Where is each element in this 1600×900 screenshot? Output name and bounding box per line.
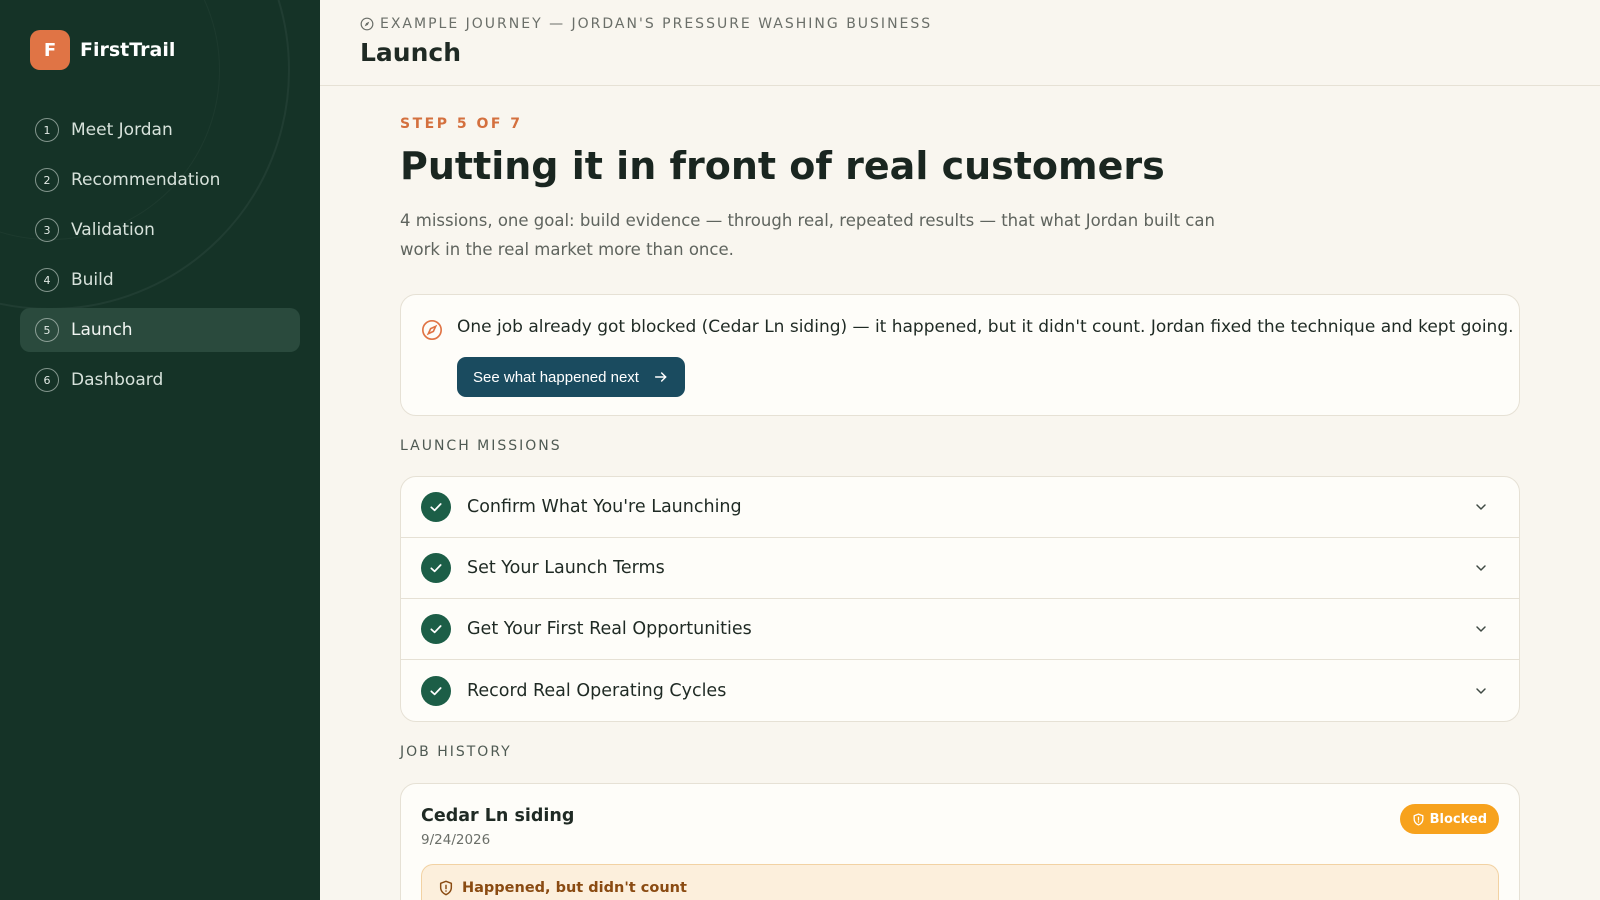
check-icon (421, 675, 451, 706)
sidebar-item-dashboard[interactable]: 6 Dashboard (20, 358, 300, 402)
mission-item[interactable]: Get Your First Real Opportunities (401, 599, 1519, 660)
brand-name: FirstTrail (80, 39, 176, 61)
breadcrumb-text: EXAMPLE JOURNEY — JORDAN'S PRESSURE WASH… (380, 16, 933, 32)
step-indicator: STEP 5 OF 7 (400, 116, 523, 132)
chevron-down-icon[interactable] (1473, 499, 1489, 515)
sidebar-item-recommendation[interactable]: 2 Recommendation (20, 158, 300, 202)
job-note-text-row: Happened, but didn't count (438, 880, 687, 896)
sidebar-item-label: Recommendation (71, 170, 221, 190)
job-date: 9/24/2026 (421, 832, 491, 848)
mission-item[interactable]: Record Real Operating Cycles (401, 660, 1519, 721)
step-number: 4 (35, 268, 59, 292)
arrow-right-icon (654, 372, 667, 382)
job-note-text: Happened, but didn't count (462, 880, 687, 896)
see-what-happened-button[interactable]: See what happened next (457, 357, 685, 397)
notice-text: One job already got blocked (Cedar Ln si… (457, 317, 1514, 337)
sidebar-item-meet-jordan[interactable]: 1 Meet Jordan (20, 108, 300, 152)
mission-label: Get Your First Real Opportunities (467, 619, 752, 639)
job-note: Happened, but didn't count (421, 864, 1499, 900)
button-label: See what happened next (473, 368, 639, 386)
missions-list: Confirm What You're Launching Set Your L… (400, 476, 1520, 722)
job-history-section-label: JOB HISTORY (400, 744, 512, 760)
check-icon (421, 614, 451, 644)
brand[interactable]: F FirstTrail (30, 30, 175, 70)
missions-section-label: LAUNCH MISSIONS (400, 438, 562, 454)
sidebar-item-launch[interactable]: 5 Launch (20, 308, 300, 352)
shield-icon (1413, 812, 1424, 826)
step-number: 1 (35, 118, 59, 142)
chevron-down-icon[interactable] (1473, 621, 1489, 637)
check-icon (421, 492, 451, 522)
compass-icon (422, 320, 442, 340)
mission-item[interactable]: Confirm What You're Launching (401, 477, 1519, 538)
sidebar-item-label: Validation (71, 220, 155, 240)
sidebar: F FirstTrail 1 Meet Jordan 2 Recommendat… (0, 0, 320, 900)
headline: Putting it in front of real customers (400, 144, 1165, 188)
intro-text: 4 missions, one goal: build evidence — t… (400, 211, 1215, 259)
sidebar-item-label: Launch (71, 320, 133, 340)
mission-label: Confirm What You're Launching (467, 497, 742, 517)
step-number: 6 (35, 368, 59, 392)
mission-label: Set Your Launch Terms (467, 558, 665, 578)
sidebar-item-build[interactable]: 4 Build (20, 258, 300, 302)
compass-icon (360, 17, 374, 31)
mission-item[interactable]: Set Your Launch Terms (401, 538, 1519, 599)
check-icon (421, 553, 451, 583)
status-badge: Blocked (1399, 804, 1499, 834)
sidebar-item-validation[interactable]: 3 Validation (20, 208, 300, 252)
journey-nav: 1 Meet Jordan 2 Recommendation 3 Validat… (20, 108, 300, 408)
chevron-down-icon[interactable] (1473, 683, 1489, 699)
page-header: EXAMPLE JOURNEY — JORDAN'S PRESSURE WASH… (320, 0, 1600, 86)
mission-label: Record Real Operating Cycles (467, 680, 727, 701)
step-number: 2 (35, 168, 59, 192)
shield-icon (439, 880, 453, 896)
brand-logo: F (30, 30, 70, 70)
page-title: Launch (360, 38, 462, 67)
breadcrumb: EXAMPLE JOURNEY — JORDAN'S PRESSURE WASH… (360, 16, 932, 32)
chevron-down-icon[interactable] (1473, 560, 1489, 576)
sidebar-item-label: Dashboard (71, 370, 164, 390)
job-card[interactable]: Cedar Ln siding 9/24/2026 Blocked Happen… (400, 783, 1520, 900)
job-title: Cedar Ln siding (421, 806, 575, 826)
step-number: 3 (35, 218, 59, 242)
notice-card: One job already got blocked (Cedar Ln si… (400, 294, 1520, 416)
sidebar-item-label: Meet Jordan (71, 120, 173, 140)
sidebar-item-label: Build (71, 270, 114, 290)
step-number: 5 (35, 318, 59, 342)
status-badge-label: Blocked (1429, 811, 1487, 827)
